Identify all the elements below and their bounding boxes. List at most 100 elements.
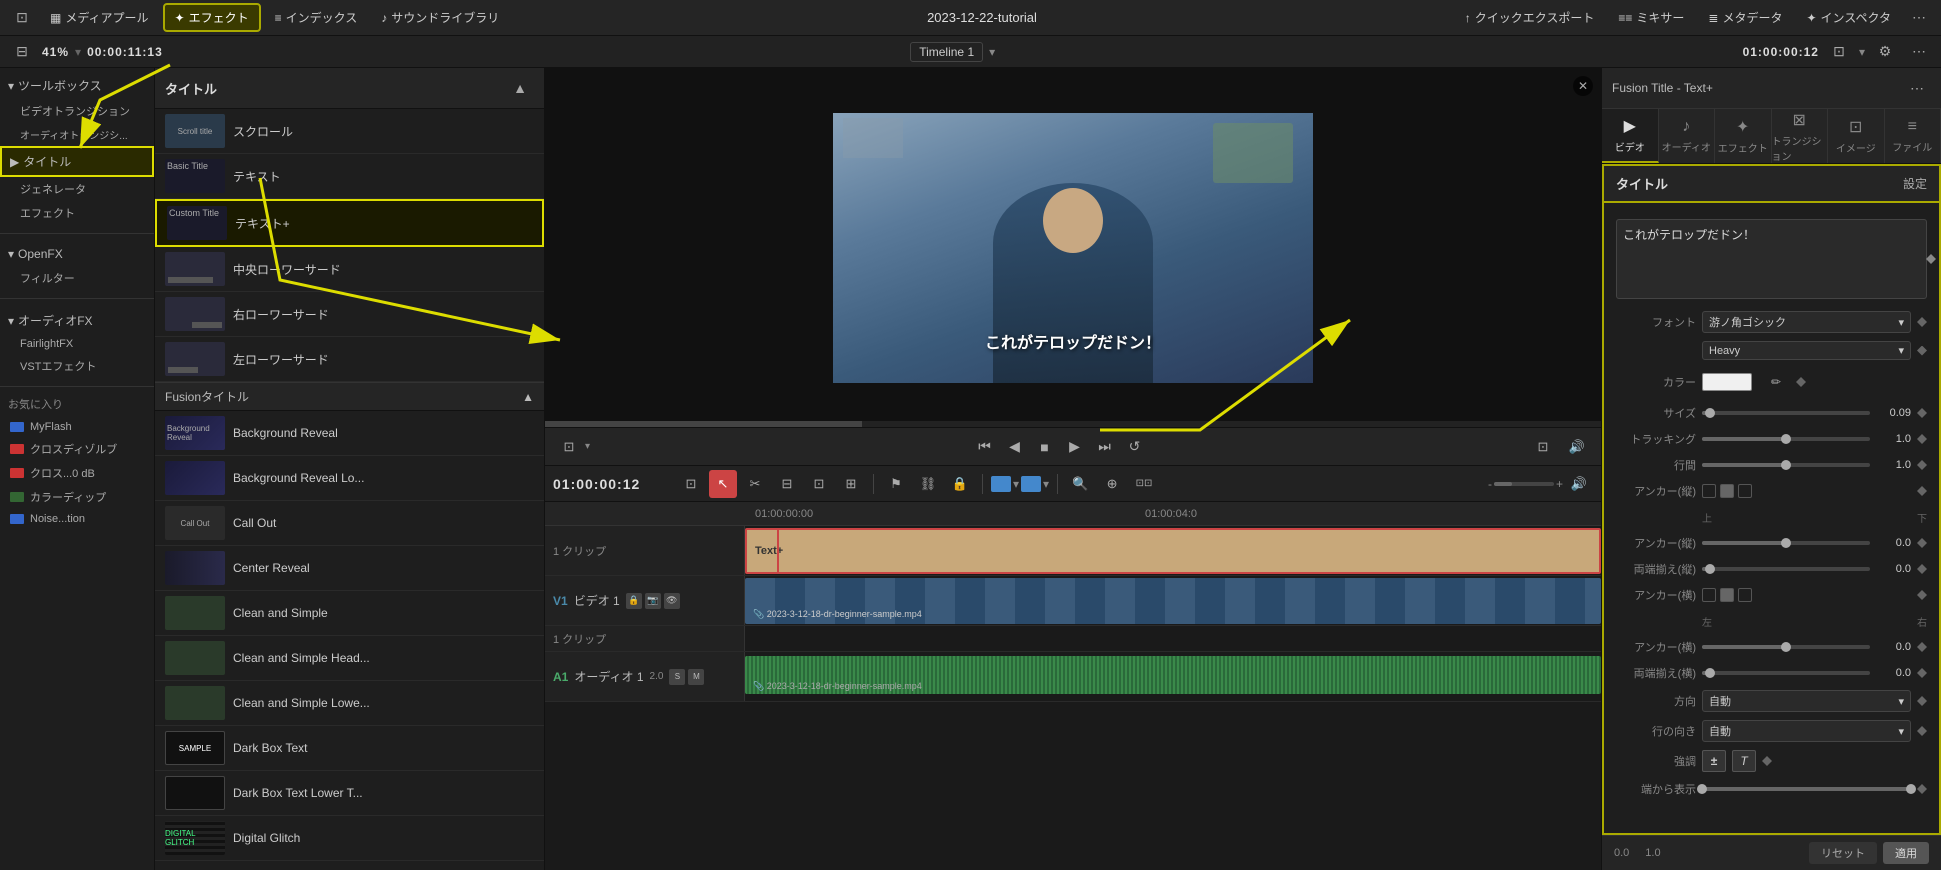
flag-btn[interactable]: ⚑ bbox=[882, 470, 910, 498]
v1-clip[interactable]: 📎 2023-3-12-18-dr-beginner-sample.mp4 bbox=[745, 578, 1601, 624]
more-timeline-icon[interactable]: ⋯ bbox=[1905, 38, 1933, 66]
loop-btn[interactable]: ↺ bbox=[1123, 435, 1147, 459]
inspector-btn[interactable]: ✦ インスペクタ bbox=[1796, 5, 1901, 30]
font-select[interactable]: 游ノ角ゴシック ▾ bbox=[1702, 311, 1911, 333]
tab-image[interactable]: ⊡ イメージ bbox=[1828, 109, 1885, 163]
clean-simple-lower-item[interactable]: Clean and Simple Lowe... bbox=[155, 681, 544, 726]
zoom-minus[interactable]: - bbox=[1488, 477, 1492, 491]
dynamic-trim-btn[interactable]: ⊟ bbox=[773, 470, 801, 498]
hanchor-center[interactable] bbox=[1720, 588, 1734, 602]
center-lower-item[interactable]: 中央ローワーサード bbox=[155, 247, 544, 292]
tracking-keyframe[interactable] bbox=[1917, 434, 1927, 444]
snap-btn[interactable]: ⊞ bbox=[837, 470, 865, 498]
textplus-effect-item[interactable]: Custom Title テキスト+ bbox=[155, 199, 544, 247]
timeline-chevron[interactable]: ▾ bbox=[989, 45, 995, 59]
hjustify-keyframe[interactable] bbox=[1917, 668, 1927, 678]
vanchor-value[interactable]: 0.0 bbox=[1876, 537, 1911, 549]
fit-btn[interactable]: ⊡⊡ bbox=[1130, 470, 1158, 498]
color-swatch[interactable] bbox=[1702, 373, 1752, 391]
bg-reveal-item[interactable]: Background Reveal Background Reveal bbox=[155, 411, 544, 456]
vanchor-slider[interactable] bbox=[1702, 541, 1870, 545]
a1-solo-icon[interactable]: M bbox=[688, 669, 704, 685]
right-lower-item[interactable]: 右ローワーサード bbox=[155, 292, 544, 337]
a1-clip[interactable]: 📎 2023-3-12-18-dr-beginner-sample.mp4 bbox=[745, 656, 1601, 694]
a1-mute-icon[interactable]: S bbox=[669, 669, 685, 685]
v1-lock-icon[interactable]: 🔒 bbox=[626, 593, 642, 609]
index-btn[interactable]: ≡ インデックス bbox=[265, 5, 368, 30]
font-keyframe[interactable] bbox=[1917, 317, 1927, 327]
hjustify-slider[interactable] bbox=[1702, 671, 1870, 675]
track-color-btn[interactable] bbox=[991, 476, 1011, 492]
vanchor-top[interactable] bbox=[1702, 484, 1716, 498]
effects-panel-collapse[interactable]: ▲ bbox=[506, 74, 534, 102]
dark-box-item[interactable]: SAMPLE Dark Box Text bbox=[155, 726, 544, 771]
tab-effects[interactable]: ✦ エフェクト bbox=[1715, 109, 1772, 163]
linedir-keyframe[interactable] bbox=[1917, 726, 1927, 736]
hanchor-slider[interactable] bbox=[1702, 645, 1870, 649]
range-end-thumb[interactable] bbox=[1906, 784, 1916, 794]
clip-track-content[interactable]: Text+ bbox=[745, 526, 1601, 575]
clip-track2-content[interactable] bbox=[745, 626, 1601, 651]
linespace-slider[interactable] bbox=[1702, 463, 1870, 467]
link-btn[interactable]: ⛓ bbox=[914, 470, 942, 498]
play-btn[interactable]: ▶ bbox=[1063, 435, 1087, 459]
hanchor-right[interactable] bbox=[1738, 588, 1752, 602]
audiofx-header[interactable]: ▾ オーディオFX bbox=[0, 307, 154, 334]
track-color2-chevron[interactable]: ▾ bbox=[1043, 477, 1049, 491]
layout-icon[interactable]: ⊟ bbox=[8, 38, 36, 66]
font-weight-select[interactable]: Heavy ▾ bbox=[1702, 341, 1911, 360]
filter-item[interactable]: フィルター bbox=[0, 266, 154, 290]
fav-colordip[interactable]: カラーディップ bbox=[0, 485, 154, 509]
direction-select[interactable]: 自動 ▾ bbox=[1702, 690, 1911, 712]
size-slider[interactable] bbox=[1702, 411, 1870, 415]
mixer-btn[interactable]: ≡≡ ミキサー bbox=[1608, 5, 1694, 30]
zoom-plus[interactable]: + bbox=[1556, 477, 1563, 491]
color-picker-icon[interactable]: ✏ bbox=[1762, 368, 1790, 396]
center-reveal-item[interactable]: Center Reveal bbox=[155, 546, 544, 591]
textplus-clip[interactable]: Text+ bbox=[745, 528, 1601, 574]
size-keyframe[interactable] bbox=[1917, 408, 1927, 418]
left-lower-item[interactable]: 左ローワーサード bbox=[155, 337, 544, 382]
effects-btn[interactable]: ✦ エフェクト bbox=[163, 3, 261, 32]
sidebar-toggle[interactable]: ⊡ bbox=[8, 4, 36, 32]
vanchor-bot[interactable] bbox=[1738, 484, 1752, 498]
bold-btn[interactable]: ± bbox=[1702, 750, 1726, 772]
fav-myflash[interactable]: MyFlash bbox=[0, 417, 154, 437]
openfx-header[interactable]: ▾ OpenFX bbox=[0, 242, 154, 266]
audio-transition-item[interactable]: オーディオトランジシ... bbox=[0, 123, 154, 146]
range-keyframe[interactable] bbox=[1917, 784, 1927, 794]
fullscreen-btn[interactable]: ⊡ bbox=[1529, 433, 1557, 461]
tab-audio[interactable]: ♪ オーディオ bbox=[1659, 109, 1716, 163]
scroll-effect-item[interactable]: Scroll title スクロール bbox=[155, 109, 544, 154]
fusion-title-header[interactable]: Fusionタイトル ▲ bbox=[155, 382, 544, 411]
a1-track-content[interactable]: 📎 2023-3-12-18-dr-beginner-sample.mp4 bbox=[745, 652, 1601, 701]
zoom-chevron[interactable]: ▾ bbox=[75, 45, 81, 59]
fav-cross0db[interactable]: クロス...0 dB bbox=[0, 461, 154, 485]
tab-file[interactable]: ≡ ファイル bbox=[1885, 109, 1941, 163]
media-pool-btn[interactable]: ▦ メディアプール bbox=[40, 5, 159, 30]
hanchor-keyframe[interactable] bbox=[1917, 590, 1927, 600]
go-to-end-btn[interactable]: ⏭ bbox=[1093, 435, 1117, 459]
vjustify-slider-thumb[interactable] bbox=[1705, 564, 1715, 574]
preview-close-btn[interactable]: ✕ bbox=[1573, 76, 1593, 96]
tracking-slider[interactable] bbox=[1702, 437, 1870, 441]
font-weight-keyframe[interactable] bbox=[1917, 346, 1927, 356]
color-keyframe[interactable] bbox=[1796, 377, 1806, 387]
bg-reveal-lo-item[interactable]: Background Reveal Lo... bbox=[155, 456, 544, 501]
zoom-level[interactable]: 41% bbox=[42, 45, 69, 59]
vjustify-keyframe[interactable] bbox=[1917, 564, 1927, 574]
timeline-name[interactable]: Timeline 1 bbox=[910, 42, 983, 62]
v1-camera-icon[interactable]: 📷 bbox=[645, 593, 661, 609]
vanchor-mid[interactable] bbox=[1720, 484, 1734, 498]
insert-btn[interactable]: ⊡ bbox=[805, 470, 833, 498]
more-options-icon[interactable]: ⋯ bbox=[1905, 4, 1933, 32]
lock-btn[interactable]: 🔒 bbox=[946, 470, 974, 498]
fairlightfx-item[interactable]: FairlightFX bbox=[0, 334, 154, 354]
dark-box-lower-item[interactable]: Dark Box Text Lower T... bbox=[155, 771, 544, 816]
hjustify-value[interactable]: 0.0 bbox=[1876, 667, 1911, 679]
hanchor-slider-keyframe[interactable] bbox=[1917, 642, 1927, 652]
zoom-in-btn[interactable]: 🔍 bbox=[1066, 470, 1094, 498]
fav-noise[interactable]: Noise...tion bbox=[0, 509, 154, 529]
timecode-chevron[interactable]: ▾ bbox=[1859, 45, 1865, 59]
reset-btn[interactable]: リセット bbox=[1809, 842, 1877, 864]
